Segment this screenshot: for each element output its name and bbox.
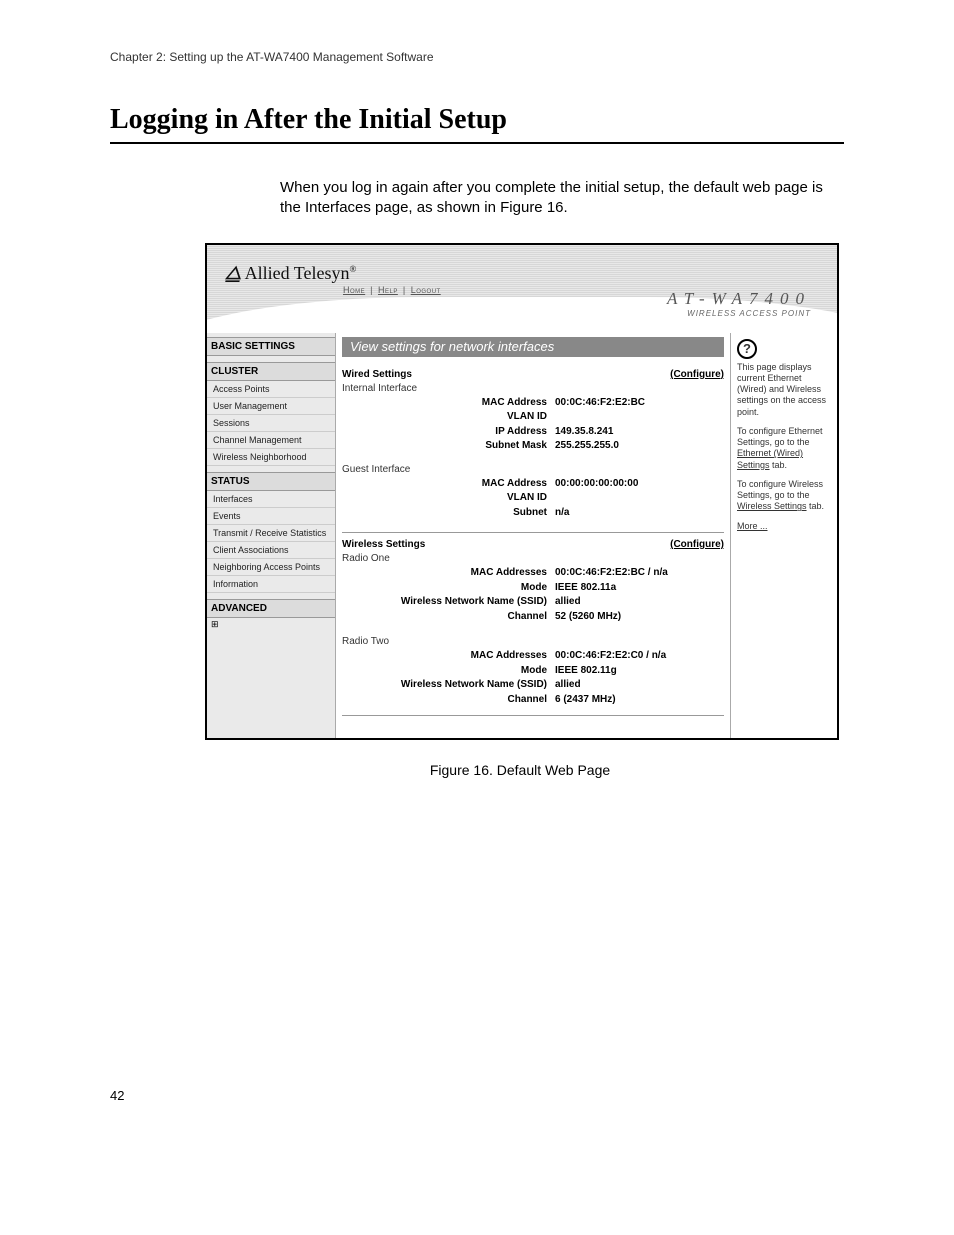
brand-logo: ⧋ Allied Telesyn® bbox=[225, 263, 356, 284]
label-r1-mac: MAC Addresses bbox=[342, 566, 555, 581]
sidebar-item-information[interactable]: Information bbox=[207, 576, 335, 593]
label-guest-mac: MAC Address bbox=[342, 477, 555, 492]
value-r1-channel: 52 (5260 MHz) bbox=[555, 610, 724, 625]
sidebar-heading-basic[interactable]: BASIC SETTINGS bbox=[207, 337, 335, 356]
value-internal-vlan bbox=[555, 410, 724, 425]
sidebar-item-wireless-neighborhood[interactable]: Wireless Neighborhood bbox=[207, 449, 335, 466]
label-guest-subnet: Subnet bbox=[342, 506, 555, 521]
panel-title: View settings for network interfaces bbox=[342, 337, 724, 357]
wired-settings-heading: Wired Settings bbox=[342, 369, 412, 380]
device-subtitle: WIRELESS ACCESS POINT bbox=[687, 309, 811, 318]
value-r2-mode: IEEE 802.11g bbox=[555, 664, 724, 679]
label-r2-mode: Mode bbox=[342, 664, 555, 679]
sidebar-item-access-points[interactable]: Access Points bbox=[207, 381, 335, 398]
divider bbox=[342, 532, 724, 533]
help-text-1: This page displays current Ethernet (Wir… bbox=[737, 362, 831, 418]
sidebar-heading-cluster[interactable]: CLUSTER bbox=[207, 362, 335, 381]
label-mac: MAC Address bbox=[342, 396, 555, 411]
help-sidebar: ? This page displays current Ethernet (W… bbox=[730, 333, 837, 739]
help-link[interactable]: Help bbox=[378, 285, 398, 295]
label-mask: Subnet Mask bbox=[342, 439, 555, 454]
wireless-settings-link[interactable]: Wireless Settings bbox=[737, 501, 807, 511]
sidebar-item-events[interactable]: Events bbox=[207, 508, 335, 525]
sidebar-heading-status[interactable]: STATUS bbox=[207, 472, 335, 491]
label-r1-channel: Channel bbox=[342, 610, 555, 625]
intro-paragraph: When you log in again after you complete… bbox=[280, 178, 844, 219]
sidebar-item-user-management[interactable]: User Management bbox=[207, 398, 335, 415]
screenshot-figure: ⧋ Allied Telesyn® Home | Help | Logout A… bbox=[205, 243, 839, 741]
sidebar-item-channel-management[interactable]: Channel Management bbox=[207, 432, 335, 449]
internal-interface-heading: Internal Interface bbox=[342, 383, 724, 394]
label-guest-vlan: VLAN ID bbox=[342, 491, 555, 506]
page-number: 42 bbox=[110, 1088, 844, 1103]
header-links: Home | Help | Logout bbox=[341, 285, 443, 295]
section-heading: Logging in After the Initial Setup bbox=[110, 104, 844, 144]
sidebar-item-interfaces[interactable]: Interfaces bbox=[207, 491, 335, 508]
value-r2-channel: 6 (2437 MHz) bbox=[555, 693, 724, 708]
sidebar-item-client-associations[interactable]: Client Associations bbox=[207, 542, 335, 559]
help-icon: ? bbox=[737, 339, 757, 359]
value-guest-vlan bbox=[555, 491, 724, 506]
value-r2-ssid: allied bbox=[555, 678, 724, 693]
value-r1-mac: 00:0C:46:F2:E2:BC / n/a bbox=[555, 566, 724, 581]
wireless-configure-link[interactable]: (Configure) bbox=[670, 539, 724, 550]
wireless-settings-heading: Wireless Settings bbox=[342, 539, 425, 550]
divider-bottom bbox=[342, 715, 724, 716]
wired-configure-link[interactable]: (Configure) bbox=[670, 369, 724, 380]
value-internal-mask: 255.255.255.0 bbox=[555, 439, 724, 454]
main-content: View settings for network interfaces Wir… bbox=[336, 333, 730, 739]
sidebar: BASIC SETTINGS CLUSTER Access Points Use… bbox=[207, 333, 336, 739]
sidebar-item-tx-rx-stats[interactable]: Transmit / Receive Statistics bbox=[207, 525, 335, 542]
label-r1-ssid: Wireless Network Name (SSID) bbox=[342, 595, 555, 610]
brand-icon: ⧋ bbox=[225, 263, 241, 283]
label-ip: IP Address bbox=[342, 425, 555, 440]
value-r2-mac: 00:0C:46:F2:E2:C0 / n/a bbox=[555, 649, 724, 664]
radio-two-heading: Radio Two bbox=[342, 636, 724, 647]
more-link[interactable]: More ... bbox=[737, 521, 768, 531]
figure-caption: Figure 16. Default Web Page bbox=[205, 762, 835, 778]
home-link[interactable]: Home bbox=[343, 285, 365, 295]
help-text-3: To configure Wireless Settings, go to th… bbox=[737, 479, 831, 513]
expand-icon[interactable]: ⊞ bbox=[207, 618, 335, 642]
guest-interface-heading: Guest Interface bbox=[342, 464, 724, 475]
label-r1-mode: Mode bbox=[342, 581, 555, 596]
value-r1-ssid: allied bbox=[555, 595, 724, 610]
sidebar-item-sessions[interactable]: Sessions bbox=[207, 415, 335, 432]
label-r2-channel: Channel bbox=[342, 693, 555, 708]
value-internal-mac: 00:0C:46:F2:E2:BC bbox=[555, 396, 724, 411]
brand-name: Allied Telesyn bbox=[245, 263, 350, 283]
chapter-header: Chapter 2: Setting up the AT-WA7400 Mana… bbox=[110, 50, 844, 64]
value-r1-mode: IEEE 802.11a bbox=[555, 581, 724, 596]
label-vlan: VLAN ID bbox=[342, 410, 555, 425]
radio-one-heading: Radio One bbox=[342, 553, 724, 564]
logout-link[interactable]: Logout bbox=[411, 285, 441, 295]
app-header: ⧋ Allied Telesyn® Home | Help | Logout A… bbox=[207, 245, 837, 333]
value-guest-mac: 00:00:00:00:00:00 bbox=[555, 477, 724, 492]
help-text-2: To configure Ethernet Settings, go to th… bbox=[737, 426, 831, 471]
device-model: AT-WA7400 bbox=[667, 289, 811, 309]
sidebar-item-neighboring-aps[interactable]: Neighboring Access Points bbox=[207, 559, 335, 576]
sidebar-heading-advanced[interactable]: ADVANCED bbox=[207, 599, 335, 618]
value-guest-subnet: n/a bbox=[555, 506, 724, 521]
label-r2-mac: MAC Addresses bbox=[342, 649, 555, 664]
label-r2-ssid: Wireless Network Name (SSID) bbox=[342, 678, 555, 693]
value-internal-ip: 149.35.8.241 bbox=[555, 425, 724, 440]
